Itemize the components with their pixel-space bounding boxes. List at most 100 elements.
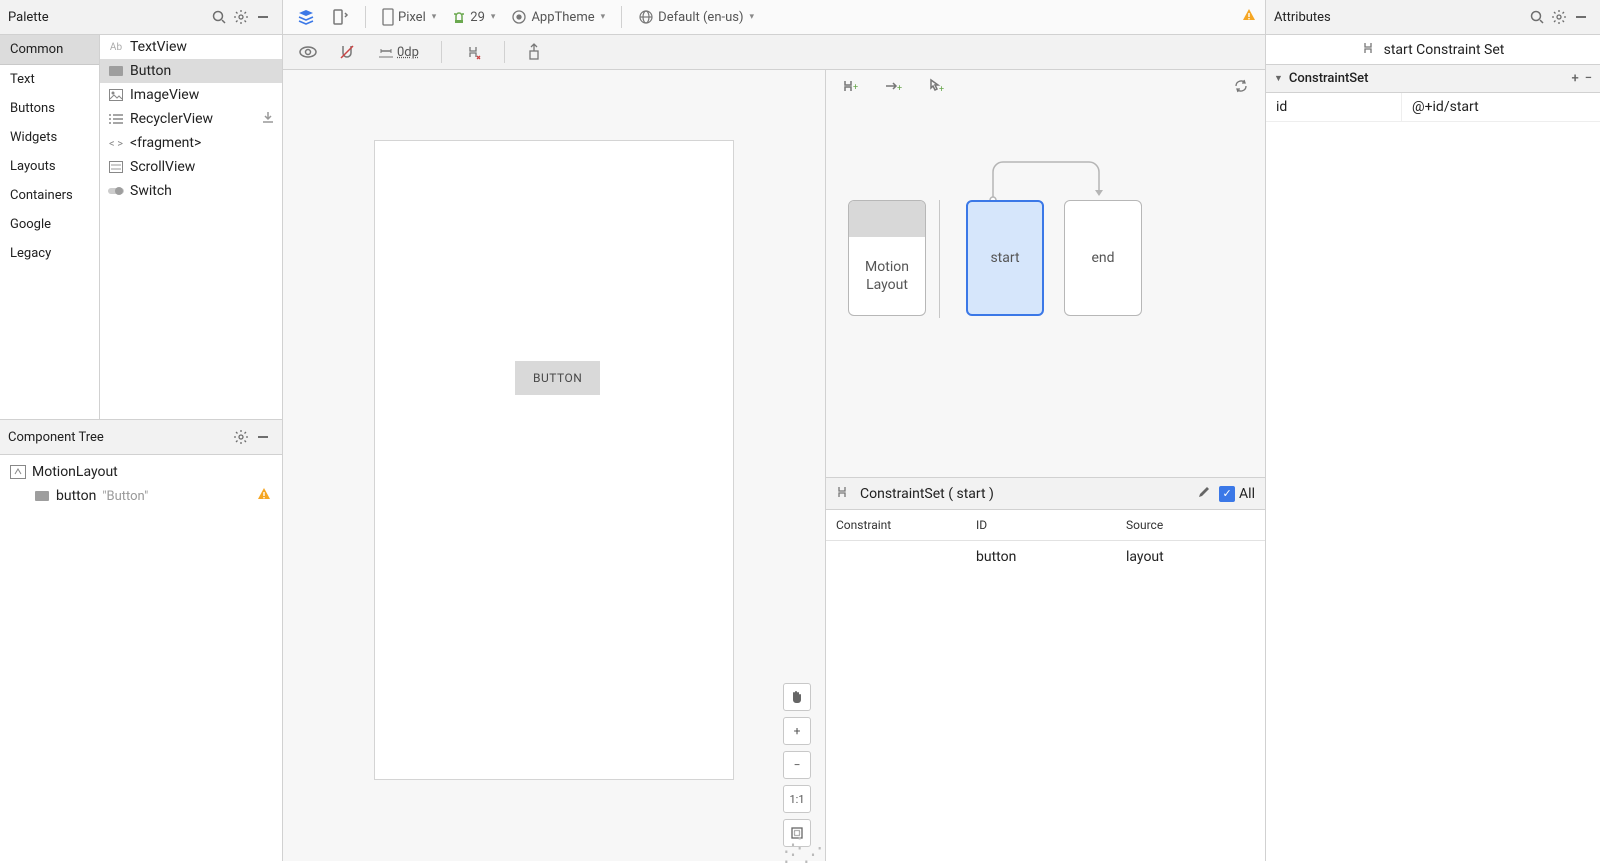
edit-icon[interactable] <box>1197 485 1211 503</box>
view-options-button[interactable] <box>293 39 323 65</box>
palette-item-label: ScrollView <box>130 159 195 175</box>
gear-icon[interactable] <box>1548 6 1570 28</box>
constraintset-detail-header: ConstraintSet ( start ) ✓ All <box>826 478 1265 510</box>
minimize-icon[interactable] <box>1570 6 1592 28</box>
cell-id: button <box>966 541 1116 573</box>
attr-value[interactable]: @+id/start <box>1401 93 1600 121</box>
create-click-button[interactable]: + <box>920 73 950 99</box>
palette-header: Palette <box>0 0 282 35</box>
constraintset-icon <box>1362 41 1378 59</box>
tree-root[interactable]: MotionLayout <box>4 461 278 483</box>
divider <box>939 200 940 318</box>
scrollview-icon <box>108 159 124 175</box>
tree-child-id: button <box>56 488 96 504</box>
theme-label: AppTheme <box>531 10 594 25</box>
fragment-icon: < > <box>108 135 124 151</box>
image-icon <box>108 87 124 103</box>
palette-cat-layouts[interactable]: Layouts <box>0 152 99 181</box>
attributes-title: Attributes <box>1274 10 1526 25</box>
chevron-down-icon: ▾ <box>432 12 437 22</box>
constraintset-section-header[interactable]: ▼ ConstraintSet + − <box>1266 65 1600 93</box>
palette-item-button[interactable]: Button <box>100 59 282 83</box>
add-icon[interactable]: + <box>1571 71 1578 86</box>
palette-cat-google[interactable]: Google <box>0 210 99 239</box>
tree-child-text: "Button" <box>102 489 148 504</box>
palette-item-fragment[interactable]: < > <fragment> <box>100 131 282 155</box>
svg-text:+: + <box>853 83 858 93</box>
clear-constraints-button[interactable] <box>458 39 488 65</box>
palette-item-recyclerview[interactable]: RecyclerView <box>100 107 282 131</box>
palette-cat-legacy[interactable]: Legacy <box>0 239 99 268</box>
tree-child[interactable]: button "Button" <box>4 483 278 509</box>
design-surface-button[interactable] <box>291 4 321 30</box>
device-label: Pixel <box>398 10 426 25</box>
section-label: ConstraintSet <box>1289 71 1369 86</box>
list-icon <box>108 111 124 127</box>
search-icon[interactable] <box>208 6 230 28</box>
default-margin-button[interactable]: 0dp <box>371 39 425 65</box>
cycle-layout-button[interactable] <box>1227 73 1255 99</box>
zoom-out-button[interactable]: − <box>783 751 811 779</box>
col-source: Source <box>1116 510 1265 540</box>
motion-graph[interactable]: Motion Layout start end <box>826 102 1265 477</box>
zoom-in-button[interactable]: + <box>783 717 811 745</box>
start-constraintset-box[interactable]: start <box>966 200 1044 316</box>
palette-cat-common[interactable]: Common <box>0 35 99 65</box>
view-options-toolbar: 0dp <box>283 35 1265 70</box>
warning-icon[interactable] <box>1241 7 1257 27</box>
magnet-button[interactable] <box>333 39 361 65</box>
constraintset-icon <box>836 485 852 503</box>
palette-item-switch[interactable]: Switch <box>100 179 282 203</box>
palette-cat-buttons[interactable]: Buttons <box>0 94 99 123</box>
palette-item-label: Button <box>130 63 171 79</box>
palette-item-textview[interactable]: Ab TextView <box>100 35 282 59</box>
theme-picker[interactable]: AppTheme ▾ <box>505 4 611 30</box>
zoom-fit-button[interactable] <box>783 819 811 847</box>
palette-body: Common Text Buttons Widgets Layouts Cont… <box>0 35 282 420</box>
locale-picker[interactable]: Default (en-us) ▾ <box>632 4 760 30</box>
palette-cat-text[interactable]: Text <box>0 65 99 94</box>
motion-layout-box[interactable]: Motion Layout <box>848 200 926 316</box>
pan-tool[interactable] <box>783 683 811 711</box>
motion-toolbar: + + + <box>826 70 1265 102</box>
design-toolbar: Pixel ▾ 29 ▾ AppTheme ▾ Default (en-us) … <box>283 0 1265 35</box>
gear-icon[interactable] <box>230 6 252 28</box>
all-checkbox[interactable]: ✓ <box>1219 486 1235 502</box>
design-canvas[interactable]: BUTTON + − 1:1 ⋰⋰⋰ <box>283 70 825 861</box>
gear-icon[interactable] <box>230 426 252 448</box>
orientation-button[interactable] <box>325 4 355 30</box>
switch-icon <box>108 183 124 199</box>
api-picker[interactable]: 29 ▾ <box>446 4 501 30</box>
component-tree-header: Component Tree <box>0 420 282 455</box>
constraint-table-row[interactable]: button layout <box>826 541 1265 573</box>
minimize-icon[interactable] <box>252 426 274 448</box>
palette-categories: Common Text Buttons Widgets Layouts Cont… <box>0 35 100 419</box>
palette-cat-widgets[interactable]: Widgets <box>0 123 99 152</box>
create-constraintset-button[interactable]: + <box>836 73 866 99</box>
download-icon[interactable] <box>262 111 274 127</box>
search-icon[interactable] <box>1526 6 1548 28</box>
end-constraintset-box[interactable]: end <box>1064 200 1142 316</box>
attr-key: id <box>1266 93 1401 121</box>
canvas-button-widget[interactable]: BUTTON <box>515 361 600 395</box>
warning-icon[interactable] <box>256 486 272 506</box>
minimize-icon[interactable] <box>252 6 274 28</box>
palette-item-imageview[interactable]: ImageView <box>100 83 282 107</box>
motionlayout-icon <box>10 464 26 480</box>
svg-text:+: + <box>897 84 902 93</box>
palette-cat-containers[interactable]: Containers <box>0 181 99 210</box>
infer-constraints-button[interactable] <box>521 39 547 65</box>
palette-item-scrollview[interactable]: ScrollView <box>100 155 282 179</box>
create-transition-button[interactable]: + <box>878 73 908 99</box>
chevron-down-icon: ▾ <box>601 12 606 22</box>
default-margin-label: 0dp <box>397 45 419 60</box>
attributes-subtitle: start Constraint Set <box>1266 35 1600 65</box>
motion-layout-label: Motion Layout <box>849 237 925 315</box>
attributes-header: Attributes <box>1266 0 1600 35</box>
zoom-ratio-button[interactable]: 1:1 <box>783 785 811 813</box>
attribute-row[interactable]: id @+id/start <box>1266 93 1600 122</box>
end-label: end <box>1065 201 1141 315</box>
device-picker[interactable]: Pixel ▾ <box>376 4 442 30</box>
col-id: ID <box>966 510 1116 540</box>
remove-icon[interactable]: − <box>1585 71 1592 86</box>
